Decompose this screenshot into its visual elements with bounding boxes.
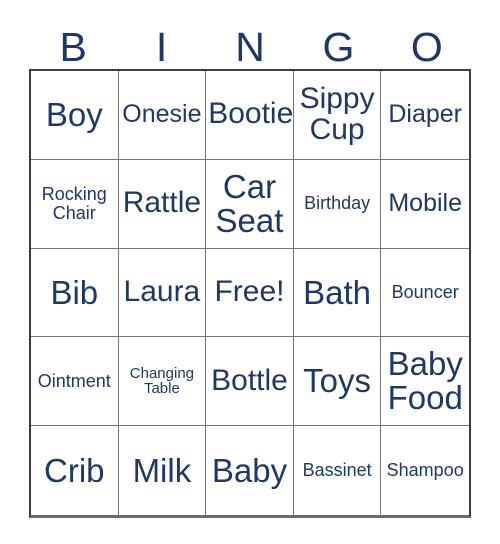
bingo-cell-label: Free! (214, 275, 285, 309)
bingo-cell[interactable]: Laura (118, 248, 207, 338)
bingo-card: B I N G O Boy Onesie Bootie Sippy Cup Di… (0, 0, 500, 544)
bingo-cell-label: Car Seat (215, 167, 284, 239)
bingo-cell[interactable]: Car Seat (206, 159, 294, 249)
header-letter-g: G (294, 20, 382, 69)
bingo-cell-label: Onesie (122, 100, 202, 129)
bingo-cell-label: Mobile (388, 188, 463, 217)
bingo-cell[interactable]: Baby (206, 426, 294, 515)
bingo-cell[interactable]: Bootie (206, 71, 294, 160)
bingo-cell[interactable]: Milk (119, 426, 207, 515)
bingo-cell[interactable]: Toys (293, 337, 382, 427)
bingo-cell-label: Changing Table (129, 364, 194, 398)
bingo-cell[interactable]: Bath (293, 248, 382, 338)
bingo-grid: Boy Onesie Bootie Sippy Cup Diaper Rocki… (29, 69, 471, 518)
bingo-cell[interactable]: Bib (31, 248, 119, 338)
bingo-cell-label: Bath (303, 273, 372, 311)
bingo-cell-label: Sippy Cup (299, 82, 375, 146)
bingo-cell-label: Rattle (122, 186, 202, 220)
bingo-cell[interactable]: Ointment (31, 337, 119, 427)
bingo-cell-label: Boy (45, 95, 103, 133)
bingo-cell-label: Bottle (211, 363, 288, 397)
bingo-cell-label: Baby Food (387, 345, 463, 417)
bingo-cell[interactable]: Bassinet (294, 426, 382, 515)
header-letter-i-label: I (155, 24, 168, 70)
bingo-cell[interactable]: Baby Food (381, 337, 469, 427)
header-letter-o-label: O (410, 24, 443, 70)
bingo-cell[interactable]: Changing Table (118, 337, 207, 427)
bingo-cell-label: Bassinet (302, 460, 372, 481)
bingo-cell[interactable]: Birthday (293, 159, 382, 249)
header-letter-b-label: B (59, 24, 87, 70)
bingo-cell-label: Birthday (304, 193, 371, 214)
bingo-cell[interactable]: Rocking Chair (31, 159, 119, 249)
header-letter-g-label: G (322, 24, 355, 70)
bingo-cell-label: Shampoo (386, 460, 464, 481)
bingo-cell[interactable]: Rattle (118, 159, 207, 249)
header-letter-b: B (29, 20, 117, 69)
bingo-cell-label: Bouncer (391, 282, 459, 303)
bingo-cell[interactable]: Sippy Cup (293, 71, 382, 160)
bingo-cell-label: Toys (303, 362, 372, 400)
bingo-cell[interactable]: Boy (31, 71, 119, 160)
header-letter-i: I (117, 20, 205, 69)
bingo-cell-label: Bootie (208, 97, 294, 131)
header-letter-n: N (206, 20, 294, 69)
bingo-cell[interactable]: Diaper (381, 71, 469, 160)
bingo-cell-label: Crib (44, 451, 105, 489)
bingo-cell[interactable]: Shampoo (381, 426, 469, 515)
bingo-cell-label: Rocking Chair (41, 184, 107, 223)
bingo-cell-label: Baby (211, 451, 288, 489)
bingo-cell-label: Ointment (37, 371, 111, 392)
bingo-cell-label: Milk (132, 451, 192, 489)
bingo-cell[interactable]: Mobile (381, 160, 469, 249)
header-letter-n-label: N (235, 24, 265, 70)
header-letter-o: O (383, 20, 471, 69)
bingo-cell-label: Laura (123, 275, 201, 309)
bingo-cell-free-space[interactable]: Free! (206, 248, 294, 338)
bingo-cell[interactable]: Bottle (206, 337, 294, 427)
bingo-cell[interactable]: Crib (31, 426, 119, 515)
bingo-cell[interactable]: Bouncer (381, 249, 469, 338)
bingo-header-row: B I N G O (29, 20, 471, 69)
bingo-cell[interactable]: Onesie (118, 71, 207, 160)
bingo-cell-label: Diaper (388, 100, 463, 129)
bingo-cell-label: Bib (50, 273, 99, 311)
